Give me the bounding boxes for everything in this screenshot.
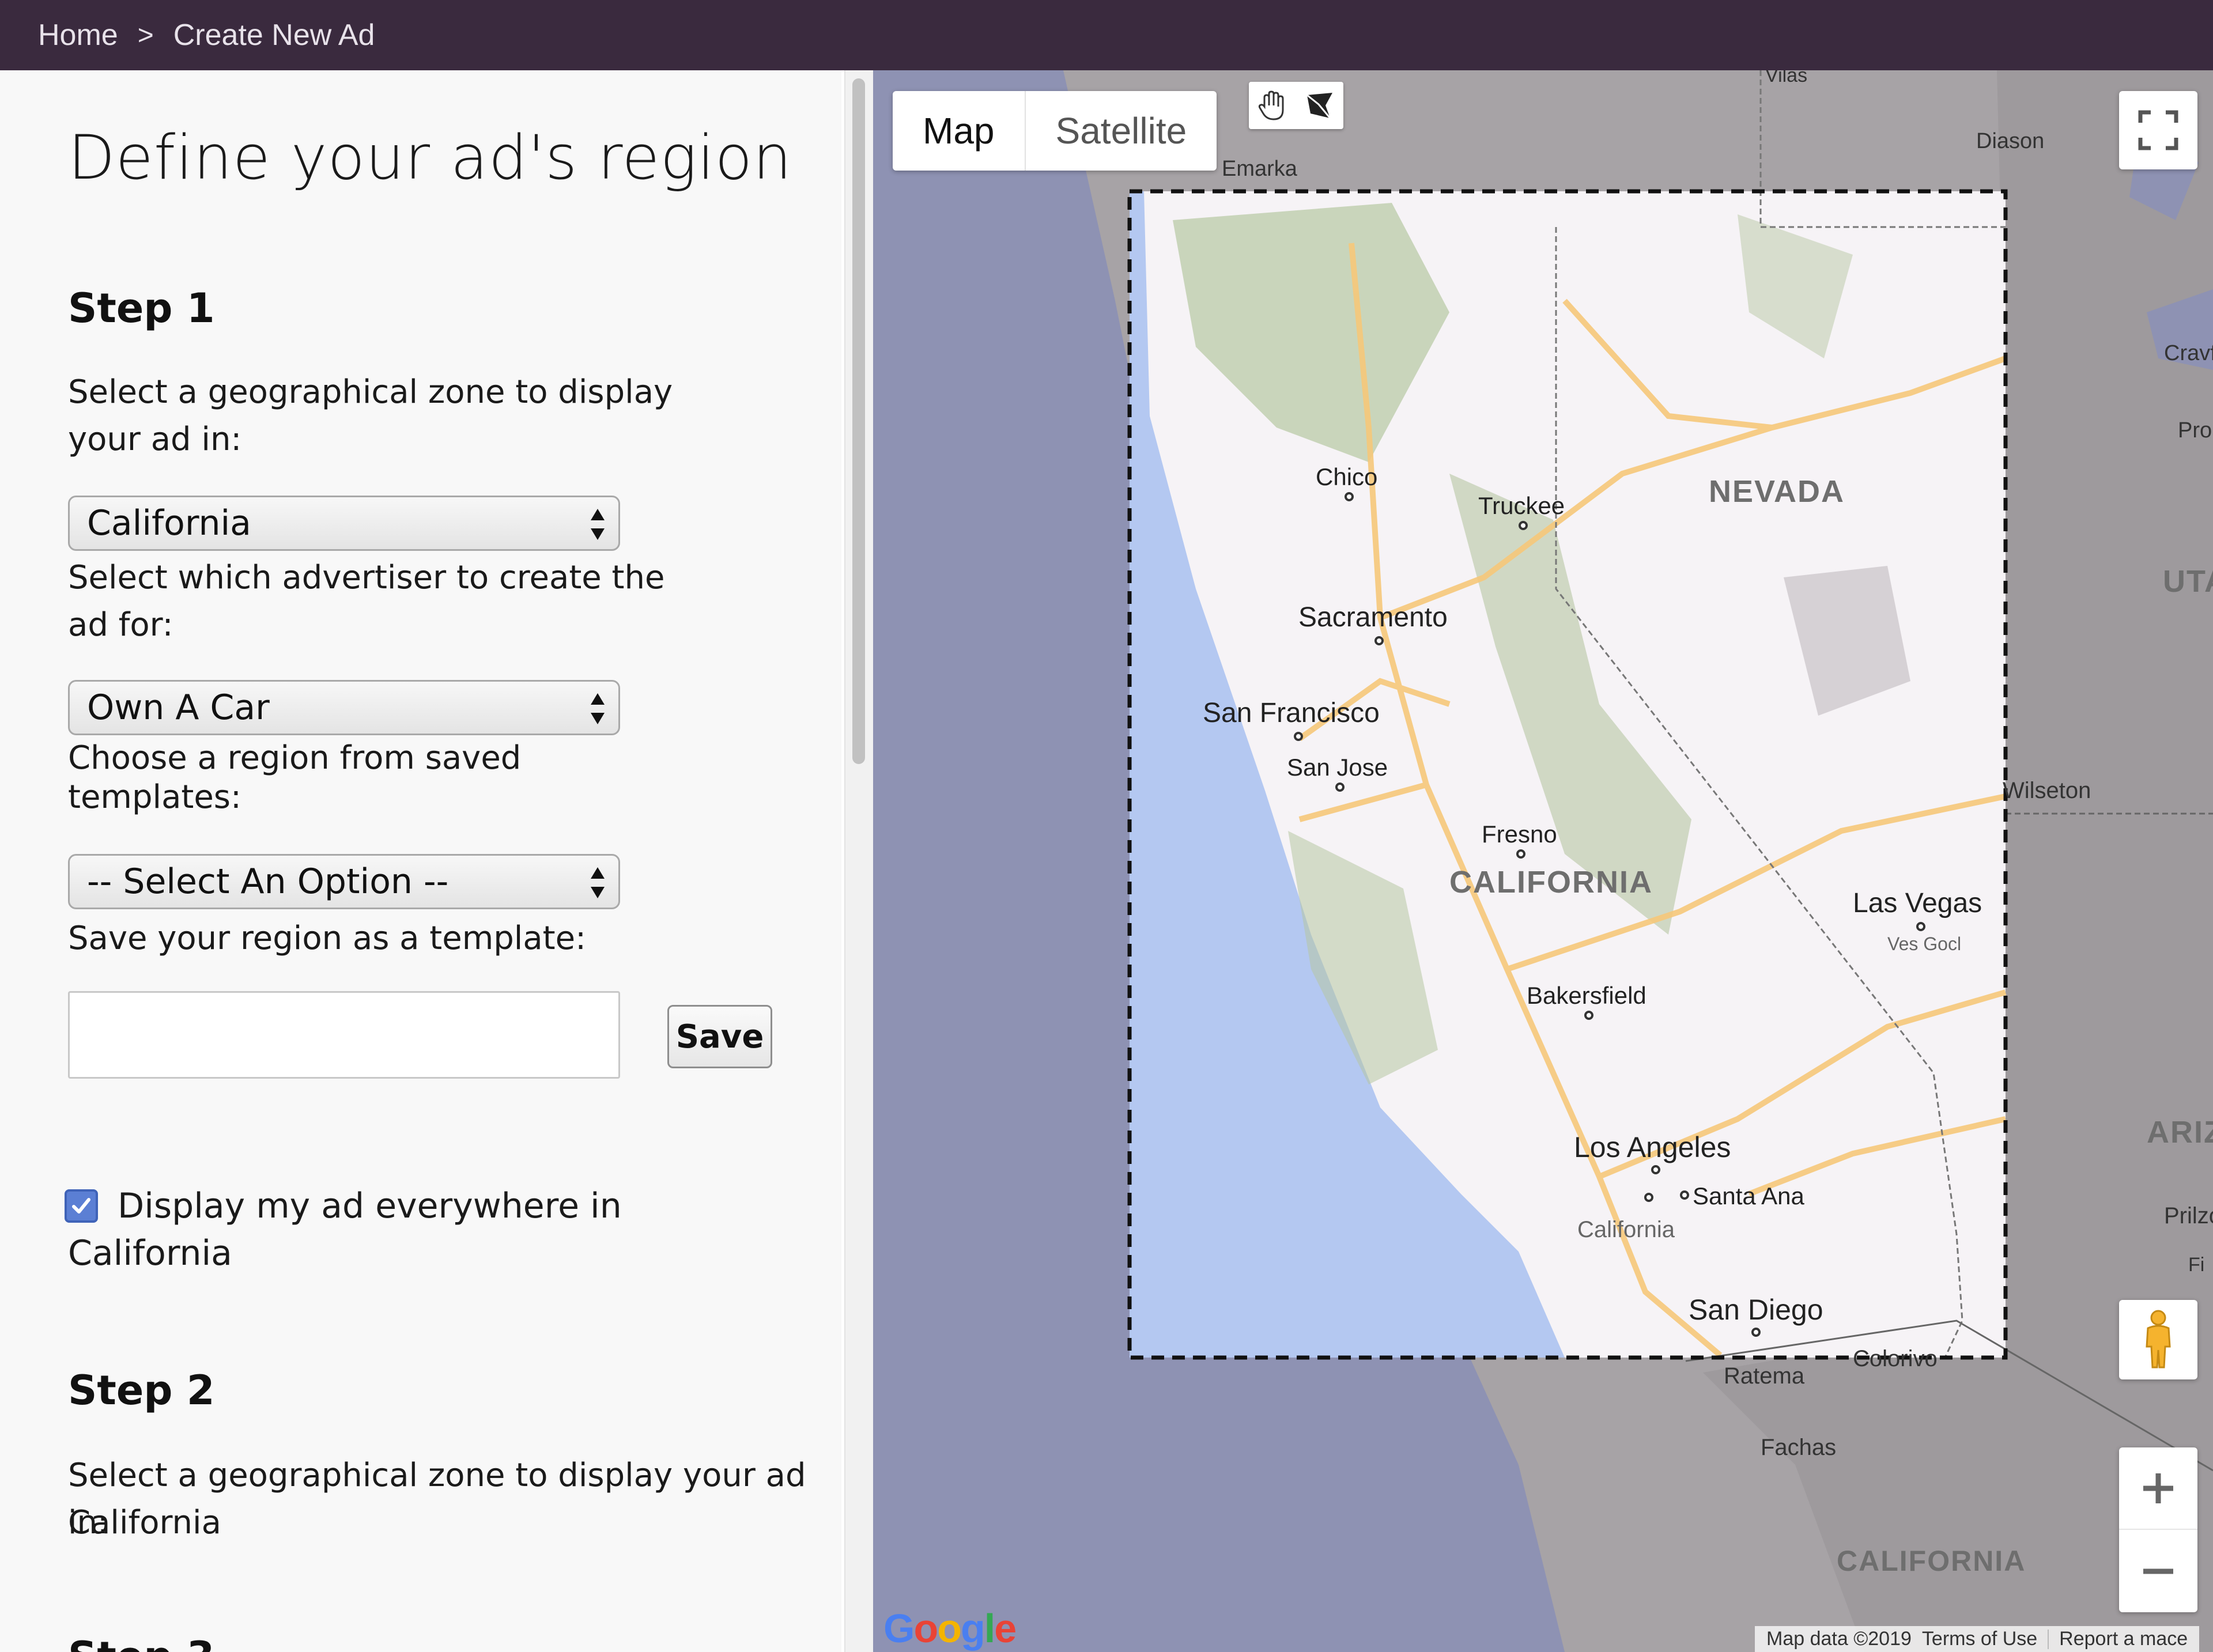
zoom-out-button[interactable]	[2119, 1530, 2197, 1612]
city-marker	[1751, 1328, 1761, 1337]
city-marker	[1584, 1011, 1593, 1020]
street-view-pegman[interactable]	[2119, 1300, 2197, 1379]
step3-heading: Step 3	[68, 1633, 215, 1652]
map-type-control: Map Satellite	[893, 91, 1217, 171]
fullscreen-button[interactable]	[2119, 91, 2197, 169]
map-label-california-city: California	[1577, 1217, 1675, 1242]
map-terrain	[873, 70, 2213, 1652]
hand-pan-icon[interactable]	[1249, 82, 1296, 129]
google-logo[interactable]: Google	[883, 1605, 1017, 1651]
step1-heading: Step 1	[68, 285, 215, 332]
city-marker	[1916, 922, 1925, 931]
terms-of-use-link[interactable]: Terms of Use	[1922, 1628, 2037, 1650]
map-label-ratema: Ratema	[1724, 1363, 1805, 1389]
map-label-colorivo: Colorivo	[1853, 1346, 1938, 1371]
step2-heading: Step 2	[68, 1367, 215, 1414]
map-label-diason: Diason	[1976, 129, 2045, 153]
map-label-las-vegas: Las Vegas	[1853, 888, 1982, 918]
attribution-divider	[2048, 1629, 2049, 1649]
drawing-tools	[1249, 82, 1343, 129]
map-label-san-jose: San Jose	[1287, 754, 1388, 781]
zone-label: Select a geographical zone to display yo…	[68, 373, 673, 458]
map-type-satellite-button[interactable]: Satellite	[1026, 91, 1217, 171]
advertiser-select-value: Own A Car	[87, 687, 270, 728]
map-label-sacramento: Sacramento	[1298, 602, 1448, 633]
city-marker	[1345, 492, 1354, 501]
map-label-los-angeles: Los Angeles	[1574, 1131, 1731, 1163]
report-map-error-link[interactable]: Report a mace	[2059, 1628, 2188, 1650]
fullscreen-icon	[2138, 110, 2178, 150]
map-label-bakersfield: Bakersfield	[1527, 982, 1646, 1009]
map-label-wilseton: Wilseton	[2003, 778, 2091, 803]
map-label-california: CALIFORNIA	[1449, 865, 1653, 899]
map-data-text: Map data ©2019	[1766, 1628, 1912, 1650]
top-bar: Home > Create New Ad	[0, 0, 2213, 70]
template-label: Choose a region from saved templates:	[68, 739, 522, 816]
zoom-in-button[interactable]	[2119, 1447, 2197, 1530]
map-view[interactable]: NEVADA CALIFORNIA UTA ARIZ CALIFORNIA Ch…	[873, 70, 2213, 1652]
plus-icon	[2143, 1473, 2173, 1503]
zone-select-value: California	[87, 503, 251, 543]
step2-zone-value: California	[68, 1504, 221, 1541]
city-marker	[1680, 1190, 1689, 1200]
city-marker	[1335, 782, 1345, 792]
breadcrumb-current: Create New Ad	[173, 18, 375, 52]
pegman-icon	[2146, 1310, 2171, 1369]
map-label-fi: Fi	[2188, 1254, 2205, 1276]
map-attribution: Map data ©2019 Terms of Use Report a mac…	[1755, 1626, 2200, 1652]
select-arrows-icon	[591, 867, 605, 898]
map-label-emarka: Emarka	[1222, 157, 1297, 181]
map-label-fresno: Fresno	[1482, 821, 1557, 848]
save-template-label: Save your region as a template:	[68, 920, 586, 957]
breadcrumb-separator: >	[137, 20, 154, 51]
template-select[interactable]: -- Select An Option --	[68, 854, 620, 909]
template-select-value: -- Select An Option --	[87, 861, 449, 902]
select-arrows-icon	[591, 693, 605, 724]
map-label-utah: UTA	[2163, 564, 2213, 599]
city-marker	[1294, 732, 1303, 741]
city-marker	[1516, 849, 1525, 859]
page-title: Define your ad's region	[68, 122, 792, 193]
map-label-nevada: NEVADA	[1709, 474, 1845, 509]
map-label-cravfo: Cravfo	[2164, 341, 2213, 365]
scrollbar-thumb[interactable]	[852, 78, 865, 764]
advertiser-label: Select which advertiser to create the ad…	[68, 559, 665, 644]
left-panel-scrollbar[interactable]	[844, 70, 873, 1652]
map-label-arizona: ARIZ	[2147, 1115, 2213, 1150]
template-name-input[interactable]	[68, 991, 620, 1079]
breadcrumb-home[interactable]: Home	[38, 18, 118, 52]
advertiser-select[interactable]: Own A Car	[68, 680, 620, 735]
map-type-map-button[interactable]: Map	[893, 91, 1026, 171]
map-label-san-diego: San Diego	[1689, 1294, 1823, 1326]
city-marker	[1644, 1193, 1653, 1202]
city-marker	[1519, 521, 1528, 530]
region-form-panel: Define your ad's region Step 1 Select a …	[0, 70, 841, 1652]
zone-select[interactable]: California	[68, 496, 620, 551]
save-template-button[interactable]: Save	[667, 1005, 772, 1068]
map-label-truckee: Truckee	[1478, 492, 1565, 519]
map-label-ves-gocl: Ves Gocl	[1887, 933, 1962, 954]
zoom-control	[2119, 1447, 2197, 1612]
display-everywhere-label[interactable]: Display my ad everywhere in California	[68, 1182, 644, 1277]
map-label-vilas: Vilas	[1765, 70, 1808, 86]
map-label-pro: Pro	[2178, 418, 2212, 443]
map-label-prilzo: Prilzo	[2164, 1203, 2213, 1228]
map-label-fachas: Fachas	[1761, 1435, 1837, 1460]
map-label-chico: Chico	[1316, 463, 1378, 490]
city-marker	[1651, 1165, 1660, 1174]
map-label-baja-california: CALIFORNIA	[1837, 1545, 2026, 1577]
map-label-san-francisco: San Francisco	[1203, 698, 1380, 728]
map-label-santa-ana: Santa Ana	[1693, 1182, 1804, 1209]
minus-icon	[2143, 1568, 2173, 1574]
select-arrows-icon	[591, 509, 605, 540]
city-marker	[1374, 636, 1384, 645]
polygon-draw-icon[interactable]	[1296, 82, 1343, 129]
